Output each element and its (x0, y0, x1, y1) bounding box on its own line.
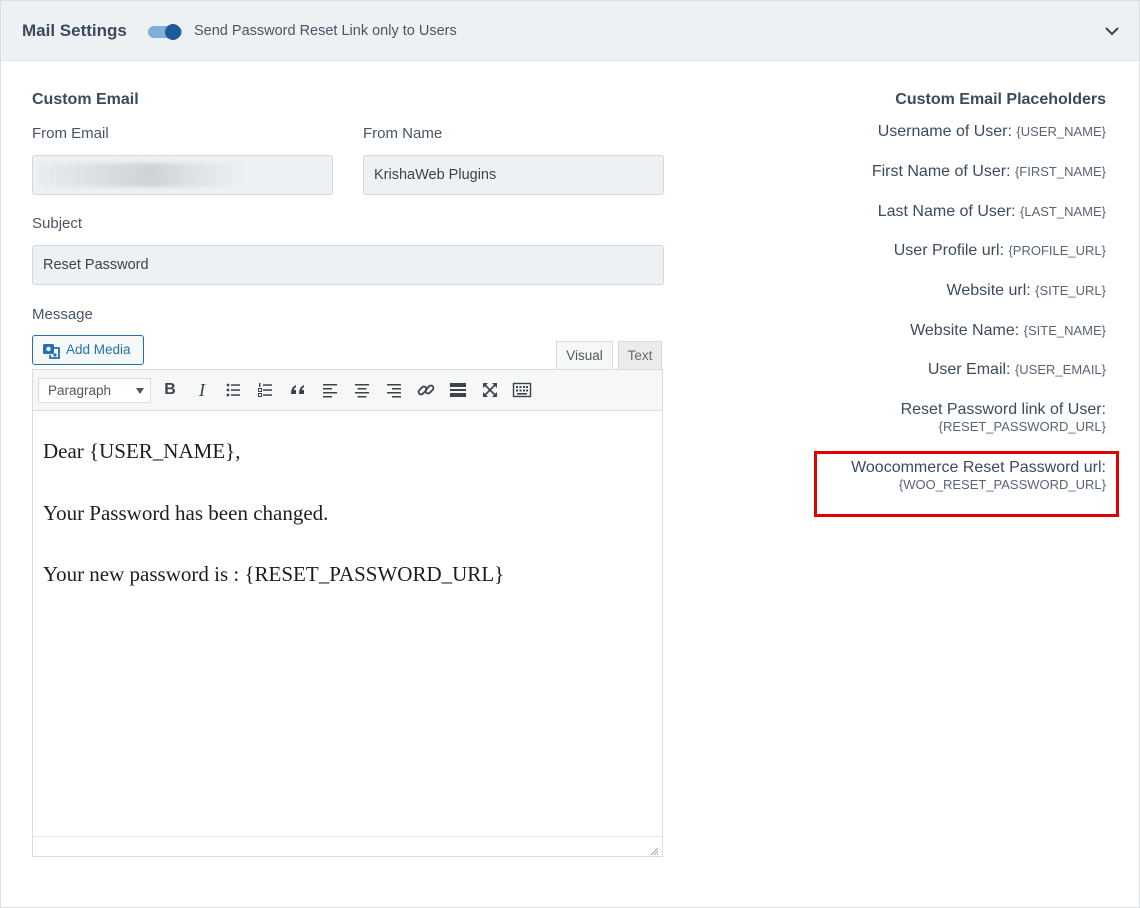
format-select-value: Paragraph (48, 383, 112, 398)
fullscreen-icon[interactable] (479, 380, 501, 400)
placeholder-item: Last Name of User: {LAST_NAME} (878, 203, 1106, 221)
placeholder-item: Username of User: {USER_NAME} (878, 123, 1106, 141)
redacted-email (39, 163, 243, 187)
placeholder-code: {FIRST_NAME} (1014, 164, 1106, 179)
placeholder-item: First Name of User: {FIRST_NAME} (872, 163, 1106, 181)
placeholders-heading: Custom Email Placeholders (895, 91, 1106, 108)
placeholder-code: {USER_EMAIL} (1014, 362, 1106, 377)
from-name-label: From Name (363, 125, 443, 142)
placeholder-code: {SITE_URL} (1035, 283, 1106, 298)
placeholder-code: {SITE_NAME} (1023, 323, 1106, 338)
align-left-icon[interactable] (319, 380, 341, 400)
placeholder-name: Reset Password link of User: (900, 401, 1106, 418)
add-media-button[interactable]: Add Media (32, 335, 144, 365)
align-right-icon[interactable] (383, 380, 405, 400)
bold-icon[interactable]: B (159, 380, 181, 400)
editor-toolbar: Paragraph B I (33, 370, 662, 411)
placeholder-item: User Profile url: {PROFILE_URL} (894, 242, 1106, 260)
message-line: Your Password has been changed. (43, 501, 329, 525)
message-editor: Paragraph B I Dear {USER_NAME}, Your Pas… (32, 369, 663, 857)
placeholder-name: Username of User: (877, 123, 1012, 140)
bullet-list-icon[interactable] (223, 380, 245, 400)
tab-text[interactable]: Text (618, 341, 662, 370)
placeholder-item: Website Name: {SITE_NAME} (910, 322, 1106, 340)
numbered-list-icon[interactable] (255, 380, 277, 400)
message-line: Dear {USER_NAME}, (43, 439, 241, 463)
placeholder-code: {USER_NAME} (1016, 124, 1106, 139)
blockquote-icon[interactable] (287, 380, 309, 400)
mail-settings-panel: Mail Settings Send Password Reset Link o… (0, 0, 1140, 908)
editor-content[interactable]: Dear {USER_NAME}, Your Password has been… (33, 411, 662, 836)
caret-down-icon (136, 388, 144, 394)
toggle-knob (165, 24, 181, 40)
placeholder-name: First Name of User: (871, 163, 1011, 180)
align-center-icon[interactable] (351, 380, 373, 400)
subject-label: Subject (32, 215, 83, 232)
subject-field[interactable]: Reset Password (32, 245, 664, 285)
tab-visual[interactable]: Visual (556, 341, 613, 370)
message-line: Your new password is : {RESET_PASSWORD_U… (43, 562, 505, 586)
add-media-label: Add Media (66, 342, 131, 357)
placeholder-item: Reset Password link of User: {RESET_PASS… (901, 401, 1106, 434)
placeholder-code: {LAST_NAME} (1020, 204, 1106, 219)
placeholder-item: User Email: {USER_EMAIL} (928, 361, 1106, 379)
placeholder-name: User Email: (927, 361, 1011, 378)
panel-header[interactable]: Mail Settings Send Password Reset Link o… (1, 1, 1139, 61)
toggle-label: Send Password Reset Link only to Users (194, 23, 457, 39)
panel-title: Mail Settings (22, 21, 127, 40)
placeholder-name: Website url: (946, 282, 1031, 299)
media-icon (42, 343, 60, 359)
read-more-icon[interactable] (447, 380, 469, 400)
format-select[interactable]: Paragraph (38, 378, 151, 403)
link-icon[interactable] (415, 380, 437, 400)
from-email-field[interactable] (32, 155, 333, 195)
placeholder-item: Website url: {SITE_URL} (947, 282, 1106, 300)
toolbar-toggle-icon[interactable] (511, 380, 533, 400)
placeholder-code: {RESET_PASSWORD_URL} (938, 419, 1106, 434)
resize-handle-icon[interactable] (649, 843, 659, 856)
placeholder-name: User Profile url: (893, 242, 1004, 259)
chevron-down-icon[interactable] (1102, 21, 1122, 41)
placeholder-name: Website Name: (910, 322, 1020, 339)
italic-icon[interactable]: I (191, 380, 213, 400)
from-email-label: From Email (32, 125, 109, 142)
custom-email-heading: Custom Email (32, 91, 139, 108)
from-name-field[interactable]: KrishaWeb Plugins (363, 155, 664, 195)
editor-statusbar (33, 836, 662, 856)
placeholder-code: {PROFILE_URL} (1008, 243, 1106, 258)
highlight-box (814, 451, 1119, 517)
send-reset-link-toggle[interactable] (148, 24, 182, 40)
message-label: Message (32, 306, 93, 323)
placeholder-name: Last Name of User: (877, 203, 1016, 220)
